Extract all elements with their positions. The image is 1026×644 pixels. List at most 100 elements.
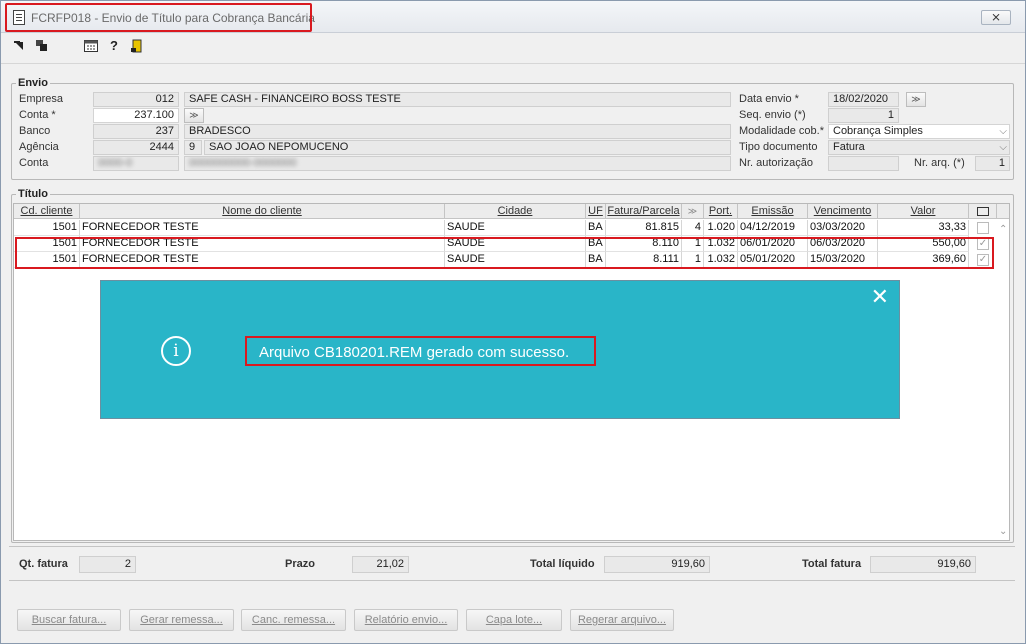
column-header-label: Fatura/Parcela <box>607 205 680 217</box>
cell-fatura: 81.815 <box>606 220 682 236</box>
scroll-up-icon[interactable]: ⌃ <box>999 224 1007 235</box>
column-header-port[interactable]: Port. <box>704 204 738 219</box>
agencia-name-field[interactable]: SAO JOAO NEPOMUCENO <box>204 140 731 155</box>
conta-label: Conta <box>19 157 49 169</box>
cell-cd-cliente: 1501 <box>14 220 80 236</box>
column-header-label: Nome do cliente <box>222 205 302 217</box>
regerar-arquivo-button[interactable]: Regerar arquivo... <box>570 609 674 631</box>
agencia-code-field[interactable]: 2444 <box>93 140 179 155</box>
column-header-fatura[interactable]: Fatura/Parcela <box>606 204 682 219</box>
tipo-documento-select[interactable]: Fatura ⌵ <box>828 140 1010 155</box>
column-header-label: Port. <box>708 205 733 217</box>
stack-icon[interactable] <box>35 39 49 53</box>
column-header-label: Cidade <box>497 205 533 217</box>
total-fatura-label: Total fatura <box>802 558 862 570</box>
seq-envio-field[interactable]: 1 <box>828 108 899 123</box>
empresa-name-field[interactable]: SAFE CASH - FINANCEIRO BOSS TESTE <box>184 92 731 107</box>
conta-star-label: Conta * <box>19 109 56 121</box>
column-header-label: Cd. cliente <box>20 205 73 217</box>
banco-label: Banco <box>19 125 51 137</box>
help-icon[interactable]: ? <box>107 39 121 53</box>
column-header-valor[interactable]: Valor <box>878 204 969 219</box>
row-checkbox[interactable] <box>977 222 989 234</box>
total-liquido-label: Total líquido <box>530 558 595 570</box>
qt-fatura-field[interactable]: 2 <box>79 556 136 573</box>
titulo-legend: Título <box>18 188 48 200</box>
table-row[interactable]: 1501 FORNECEDOR TESTE SAUDE BA 81.815 4 … <box>14 220 989 236</box>
conta-name-value: 0000000000-0000000 <box>189 157 297 169</box>
info-icon: i <box>161 336 191 366</box>
column-header-vencimento[interactable]: Vencimento <box>808 204 878 219</box>
conta-lookup-button[interactable]: ≫ <box>184 108 204 123</box>
banco-name-field[interactable]: BRADESCO <box>184 124 731 139</box>
cell-emissao: 04/12/2019 <box>738 220 808 236</box>
column-header-nome[interactable]: Nome do cliente <box>80 204 445 219</box>
nr-autorizacao-label: Nr. autorização <box>739 157 813 169</box>
scroll-down-icon[interactable]: ⌄ <box>999 526 1007 537</box>
seq-envio-label: Seq. envio (*) <box>739 109 806 121</box>
total-fatura-field[interactable]: 919,60 <box>870 556 976 573</box>
capa-lote-button[interactable]: Capa lote... <box>466 609 562 631</box>
data-envio-label: Data envio * <box>739 93 799 105</box>
column-header-parcela[interactable]: ≫ <box>682 204 704 219</box>
empresa-code-field[interactable]: 012 <box>93 92 179 107</box>
nr-arq-field[interactable]: 1 <box>975 156 1010 171</box>
window-close-button[interactable]: ⨯ <box>981 10 1011 25</box>
prazo-field[interactable]: 21,02 <box>352 556 409 573</box>
select-all-checkbox[interactable] <box>976 207 989 216</box>
totals-bottom-divider <box>9 580 1015 581</box>
tipo-documento-value: Fatura <box>833 141 865 153</box>
agencia-digit-field[interactable]: 9 <box>184 140 202 155</box>
success-notification: ✕ i Arquivo CB180201.REM gerado com suce… <box>100 280 900 419</box>
gerar-remessa-button[interactable]: Gerar remessa... <box>129 609 234 631</box>
relatorio-envio-button[interactable]: Relatório envio... <box>354 609 458 631</box>
message-highlight: Arquivo CB180201.REM gerado com sucesso. <box>245 336 596 366</box>
success-message: Arquivo CB180201.REM gerado com sucesso. <box>259 344 570 361</box>
grid-header: Cd. cliente Nome do cliente Cidade UF Fa… <box>14 204 1009 219</box>
qt-fatura-label: Qt. fatura <box>19 558 68 570</box>
conta-number-value: 0000-0 <box>98 157 133 169</box>
totals-top-divider <box>9 546 1015 547</box>
nr-autorizacao-field[interactable] <box>828 156 899 171</box>
exit-icon[interactable] <box>130 39 144 53</box>
calendar-icon[interactable] <box>84 39 98 53</box>
title-highlight <box>5 3 312 32</box>
cell-cidade: SAUDE <box>445 220 586 236</box>
column-header-select-all[interactable] <box>969 204 997 219</box>
column-header-label: Emissão <box>751 205 794 217</box>
column-header-label: Valor <box>910 205 936 217</box>
column-header-emissao[interactable]: Emissão <box>738 204 808 219</box>
modalidade-select[interactable]: Cobrança Simples ⌵ <box>828 124 1010 139</box>
toolbar: ? <box>1 35 1025 59</box>
cell-port: 1.020 <box>704 220 738 236</box>
conta-name-field[interactable]: 0000000000-0000000 <box>184 156 731 171</box>
column-header-label: Vencimento <box>813 205 872 217</box>
chevron-down-icon: ⌵ <box>999 126 1007 137</box>
prazo-label: Prazo <box>285 558 315 570</box>
arrow-icon[interactable] <box>13 39 27 53</box>
canc-remessa-button[interactable]: Canc. remessa... <box>241 609 346 631</box>
cell-valor: 33,33 <box>878 220 969 236</box>
total-liquido-field[interactable]: 919,60 <box>604 556 710 573</box>
cell-uf: BA <box>586 220 606 236</box>
tipo-documento-label: Tipo documento <box>739 141 818 153</box>
modalidade-value: Cobrança Simples <box>833 125 923 137</box>
envio-legend: Envio <box>18 77 48 89</box>
nr-arq-label: Nr. arq. (*) <box>914 157 965 169</box>
modalidade-label: Modalidade cob.* <box>739 125 825 137</box>
column-header-cidade[interactable]: Cidade <box>445 204 586 219</box>
cell-vencimento: 03/03/2020 <box>808 220 878 236</box>
column-header-uf[interactable]: UF <box>586 204 606 219</box>
title-bar: FCRFP018 - Envio de Título para Cobrança… <box>1 1 1025 33</box>
cell-parcela: 4 <box>682 220 704 236</box>
data-envio-calendar-button[interactable]: ≫ <box>906 92 926 107</box>
column-header-cd-cliente[interactable]: Cd. cliente <box>14 204 80 219</box>
close-icon[interactable]: ✕ <box>871 286 889 308</box>
conta-field[interactable]: 237.100 <box>93 108 179 123</box>
data-envio-field[interactable]: 18/02/2020 <box>828 92 899 107</box>
cell-nome: FORNECEDOR TESTE <box>80 220 445 236</box>
grid-scrollbar[interactable]: ⌃ ⌄ <box>998 220 1009 540</box>
buscar-fatura-button[interactable]: Buscar fatura... <box>17 609 121 631</box>
banco-code-field[interactable]: 237 <box>93 124 179 139</box>
conta-number-field[interactable]: 0000-0 <box>93 156 179 171</box>
